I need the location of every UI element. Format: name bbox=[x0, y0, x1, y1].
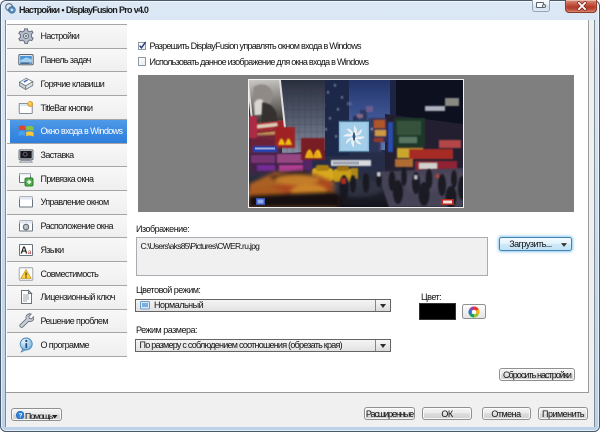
svg-text:A: A bbox=[20, 245, 27, 256]
svg-text:?: ? bbox=[18, 412, 22, 419]
